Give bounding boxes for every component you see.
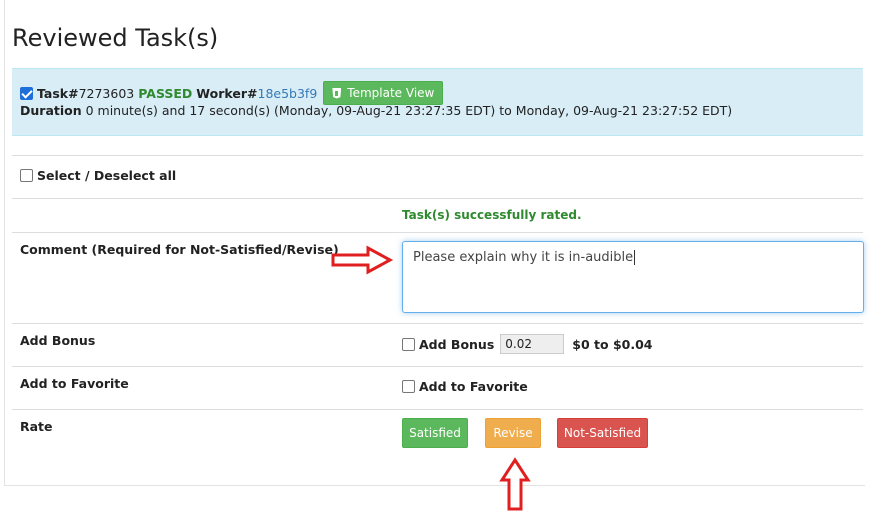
worker-label: Worker# [196,85,258,101]
task-duration-line: Duration 0 minute(s) and 17 second(s) (M… [20,103,732,118]
task-id: 7273603 [78,85,135,101]
select-all-label: Select / Deselect all [37,168,177,183]
template-view-label: Template View [347,86,435,100]
bonus-amount-input[interactable]: 0.02 [500,334,565,354]
favorite-control: Add to Favorite [402,379,528,394]
annotation-arrow-up-icon [499,457,531,511]
divider [12,155,863,156]
divider [12,409,863,410]
task-header-line: Task# 7273603 PASSED Worker# 18e5b3f9 Temp… [20,81,444,105]
duration-text: 0 minute(s) and 17 second(s) (Monday, 09… [85,103,733,118]
html5-icon [332,87,342,99]
success-message: Task(s) successfully rated. [402,208,582,222]
task-panel: Task# 7273603 PASSED Worker# 18e5b3f9 Temp… [12,68,863,136]
rate-label: Rate [20,419,53,434]
select-all-checkbox[interactable] [20,169,33,182]
revise-button[interactable]: Revise [485,418,541,448]
bonus-checkbox[interactable] [402,337,415,351]
comment-textarea[interactable]: Please explain why it is in-audible [402,241,864,313]
not-satisfied-button[interactable]: Not-Satisfied [557,418,648,448]
worker-id-link[interactable]: 18e5b3f9 [258,86,318,101]
favorite-row-label: Add to Favorite [20,376,129,391]
duration-label: Duration [20,103,82,118]
comment-text: Please explain why it is in-audible [413,250,634,265]
divider [12,366,863,367]
select-all-control[interactable]: Select / Deselect all [20,168,176,183]
favorite-checkbox-label: Add to Favorite [419,379,528,394]
text-caret [634,250,636,265]
bonus-row-label: Add Bonus [20,333,96,348]
bonus-control: Add Bonus 0.02 $0 to $0.04 [402,334,652,354]
satisfied-button[interactable]: Satisfied [402,418,468,448]
bonus-checkbox-label: Add Bonus [419,336,495,352]
page-title: Reviewed Task(s) [12,24,219,52]
divider [12,232,863,233]
task-prefix: Task# [37,85,79,101]
divider [12,323,863,324]
template-view-button[interactable]: Template View [323,81,444,105]
task-checkbox[interactable] [20,86,33,100]
annotation-arrow-right-icon [331,245,394,275]
bonus-range: $0 to $0.04 [572,336,653,352]
comment-label: Comment (Required for Not-Satisfied/Revi… [20,242,339,257]
favorite-checkbox[interactable] [402,380,415,393]
divider [12,198,863,199]
status-badge: PASSED [138,85,193,101]
